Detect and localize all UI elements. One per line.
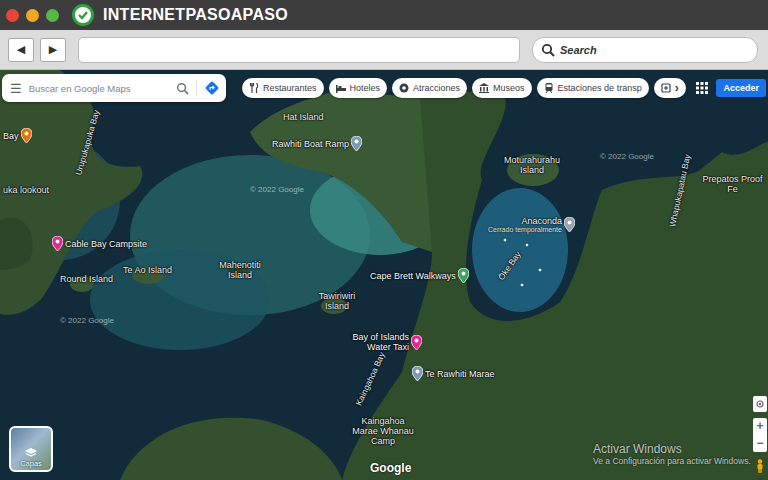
- place-label: Mahenotiti Island: [212, 260, 268, 280]
- map-place[interactable]: Rawhiti Boat Ramp: [272, 136, 362, 151]
- place-pin-icon[interactable]: [351, 136, 362, 151]
- place-label: Rawhiti Boat Ramp: [272, 139, 349, 149]
- category-icon: [399, 83, 409, 93]
- address-field[interactable]: [78, 37, 520, 63]
- place-label: Bay: [3, 131, 19, 141]
- pegman-icon: [756, 459, 764, 473]
- maximize-dot-icon[interactable]: [46, 9, 59, 22]
- place-label: Moturahurahu Island: [498, 155, 566, 175]
- map-place: Te Ao Island: [123, 265, 172, 275]
- search-placeholder: Buscar en Google Maps: [29, 83, 169, 94]
- menu-button[interactable]: ☰: [10, 81, 22, 96]
- map-watermark: © 2022 Google: [600, 152, 654, 161]
- category-icon: [249, 83, 259, 93]
- magnifier-icon: [541, 43, 555, 57]
- forward-button[interactable]: ▶: [40, 38, 66, 62]
- place-label: Kaingahoa Marae Whanau Camp: [350, 416, 416, 446]
- map-place: uka lookout: [3, 185, 49, 195]
- map-place: Kaingahoa Marae Whanau Camp: [350, 416, 416, 446]
- category-icon: [336, 83, 346, 93]
- map-place: Prepatos Proof Fe: [697, 174, 768, 194]
- map-place: Mahenotiti Island: [212, 260, 268, 280]
- zoom-out-button[interactable]: −: [753, 435, 767, 452]
- logo: INTERNETPASOAPASO: [103, 6, 288, 24]
- place-label: Anaconda: [488, 216, 562, 226]
- place-pin-icon[interactable]: [564, 217, 575, 232]
- map-watermark: © 2022 Google: [250, 185, 304, 194]
- map-place[interactable]: Bay: [3, 128, 32, 143]
- map-place: Round Island: [60, 274, 113, 284]
- more-chips-button[interactable]: ›: [654, 78, 686, 98]
- place-label: Hat Island: [283, 112, 324, 122]
- map-place[interactable]: Cape Brett Walkways: [370, 268, 469, 283]
- logo-icon: [71, 3, 95, 27]
- place-pin-icon[interactable]: [412, 366, 423, 381]
- place-label: Cable Bay Campsite: [65, 239, 147, 249]
- windows-activation-notice: Activar WindowsVe a Configuración para a…: [593, 442, 751, 466]
- close-dot-icon[interactable]: [6, 9, 19, 22]
- category-icon: [479, 83, 489, 93]
- directions-icon[interactable]: [204, 80, 220, 96]
- place-label: Cape Brett Walkways: [370, 271, 456, 281]
- place-label: uka lookout: [3, 185, 49, 195]
- map-place[interactable]: Bay of Islands Water Taxi: [352, 332, 422, 352]
- browser-toolbar: ◀▶ Search: [0, 30, 768, 70]
- maps-search-box[interactable]: ☰ Buscar en Google Maps: [2, 74, 226, 102]
- search-icon[interactable]: [176, 82, 189, 95]
- google-logo: Google: [370, 461, 411, 475]
- my-location-button[interactable]: [753, 396, 767, 412]
- category-chip[interactable]: Estaciones de transp: [537, 78, 649, 98]
- place-pin-icon[interactable]: [52, 236, 63, 251]
- map-place: Moturahurahu Island: [498, 155, 566, 175]
- street-view-button[interactable]: [753, 458, 767, 474]
- place-label: Prepatos Proof Fe: [697, 174, 768, 194]
- back-button[interactable]: ◀: [8, 38, 34, 62]
- place-pin-icon[interactable]: [458, 268, 469, 283]
- minimize-dot-icon[interactable]: [26, 9, 39, 22]
- place-pin-icon[interactable]: [21, 128, 32, 143]
- location-icon: [755, 399, 765, 409]
- place-label: Te Ao Island: [123, 265, 172, 275]
- pharmacy-icon: [661, 83, 671, 93]
- category-chip[interactable]: Museos: [472, 78, 532, 98]
- place-label: Te Rawhiti Marae: [425, 369, 495, 379]
- category-icon: [544, 83, 554, 93]
- browser-search-field[interactable]: Search: [532, 37, 758, 63]
- layers-button[interactable]: Capas: [9, 426, 53, 472]
- category-chip[interactable]: Hoteles: [329, 78, 388, 98]
- map-place[interactable]: AnacondaCerrado temporalmente: [488, 216, 575, 233]
- category-chip[interactable]: Atracciones: [392, 78, 467, 98]
- title-bar: INTERNETPASOAPASO: [0, 0, 768, 30]
- map-place[interactable]: Te Rawhiti Marae: [412, 366, 495, 381]
- map-place: Hat Island: [283, 112, 324, 122]
- sign-in-button[interactable]: Acceder: [716, 79, 766, 97]
- apps-grid-icon[interactable]: [696, 82, 708, 94]
- map[interactable]: © 2022 Google © 2022 Google © 2022 Google B…: [0, 70, 768, 480]
- place-label: Tawiriwiri Island: [316, 291, 358, 311]
- screenshot: INTERNETPASOAPASO◀▶Search© 2022 Google© …: [0, 0, 768, 480]
- place-label: Round Island: [60, 274, 113, 284]
- place-label: Bay of Islands Water Taxi: [352, 332, 409, 352]
- place-pin-icon[interactable]: [411, 335, 422, 350]
- layers-icon: [25, 448, 37, 458]
- map-place: Tawiriwiri Island: [316, 291, 358, 311]
- map-watermark: © 2022 Google: [60, 316, 114, 325]
- maps-top-bar: ☰ Buscar en Google Maps RestaurantesHotele…: [2, 74, 766, 102]
- category-chip[interactable]: Restaurantes: [242, 78, 324, 98]
- map-place[interactable]: Cable Bay Campsite: [52, 236, 147, 251]
- map-controls: +−: [753, 396, 767, 474]
- place-note: Cerrado temporalmente: [488, 226, 562, 233]
- zoom-in-button[interactable]: +: [753, 418, 767, 435]
